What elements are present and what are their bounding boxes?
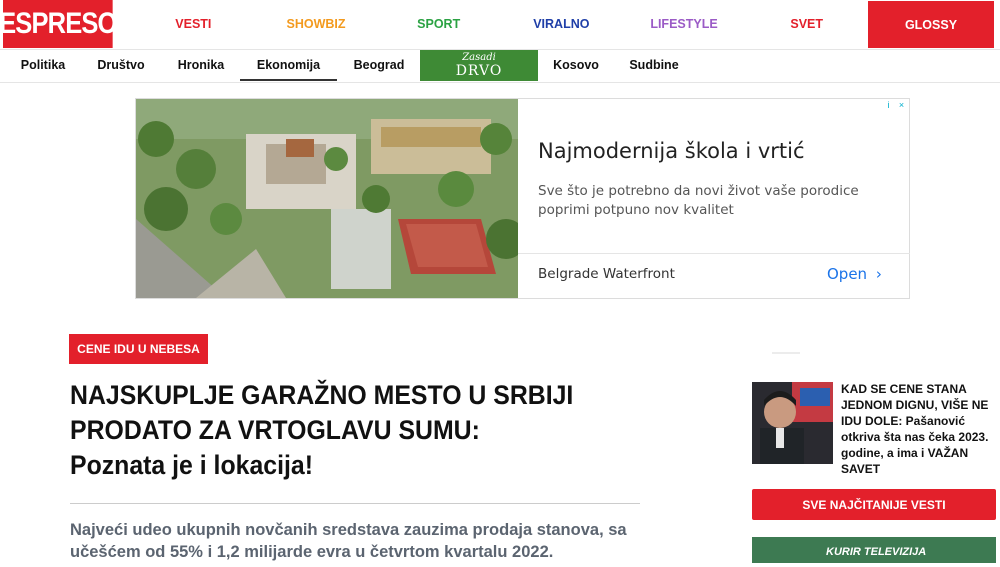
person-photo xyxy=(752,382,833,464)
subnav-beograd[interactable]: Beograd xyxy=(352,50,406,81)
ad-brand: Belgrade Waterfront xyxy=(538,266,675,282)
nav-viralno[interactable]: VIRALNO xyxy=(500,17,623,31)
subnav-politika[interactable]: Politika xyxy=(20,50,66,81)
subnav-ekonomija[interactable]: Ekonomija xyxy=(240,50,337,81)
top-navigation-bar: ESPRESO VESTI SHOWBIZ SPORT VIRALNO LIFE… xyxy=(0,0,1000,50)
nav-vesti[interactable]: VESTI xyxy=(132,17,255,31)
nav-glossy[interactable]: GLOSSY xyxy=(868,1,994,48)
main-nav: VESTI SHOWBIZ SPORT VIRALNO LIFESTYLE SV… xyxy=(132,0,868,48)
kurir-tv-promo[interactable]: KURIR TELEVIZIJA xyxy=(752,537,996,563)
ad-badges: i × xyxy=(883,100,907,111)
ad-aerial-image[interactable] xyxy=(136,99,518,298)
ad-open-button[interactable]: Open › xyxy=(827,265,882,283)
nav-svet[interactable]: SVET xyxy=(745,17,868,31)
logo-text: ESPRESO xyxy=(0,7,117,40)
subnav-kosovo[interactable]: Kosovo xyxy=(553,50,599,81)
headline-line-1: NAJSKUPLJE GARAŽNO MESTO U SRBIJI xyxy=(70,380,574,410)
drvo-line1: Zasadi xyxy=(462,52,496,63)
drvo-line2: DRVO xyxy=(455,63,503,79)
nav-showbiz[interactable]: SHOWBIZ xyxy=(255,17,378,31)
headline-line-3: Poznata je i lokacija! xyxy=(70,450,313,480)
story-thumbnail[interactable] xyxy=(752,382,833,464)
nav-sport[interactable]: SPORT xyxy=(377,17,500,31)
nav-lifestyle[interactable]: LIFESTYLE xyxy=(623,17,746,31)
ad-title[interactable]: Najmodernija škola i vrtić xyxy=(538,139,805,163)
zasadi-drvo-banner[interactable]: Zasadi DRVO xyxy=(420,50,538,81)
ad-close-icon[interactable]: × xyxy=(896,100,907,111)
chevron-right-icon: › xyxy=(875,265,882,283)
subnav: Politika Društvo Hronika Ekonomija Beogr… xyxy=(0,50,1000,83)
ad-banner[interactable]: i × Najmodernija škola i vrtić Sve što j… xyxy=(135,98,910,299)
sidebar-divider xyxy=(772,352,800,354)
article-headline: NAJSKUPLJE GARAŽNO MESTO U SRBIJI PRODAT… xyxy=(70,378,613,483)
headline-line-2: PRODATO ZA VRTOGLAVU SUMU: xyxy=(70,415,480,445)
subnav-sudbine[interactable]: Sudbine xyxy=(628,50,680,81)
subnav-hronika[interactable]: Hronika xyxy=(176,50,226,81)
sidebar-story-title[interactable]: KAD SE CENE STANA JEDNOM DIGNU, VIŠE NE … xyxy=(841,381,996,477)
espreso-logo[interactable]: ESPRESO xyxy=(0,0,117,48)
most-read-button[interactable]: SVE NAJČITANIJE VESTI xyxy=(752,489,996,520)
kurir-tv-label: KURIR TELEVIZIJA xyxy=(826,546,927,558)
article-lead: Najveći udeo ukupnih novčanih sredstava … xyxy=(70,521,627,561)
ad-info-icon[interactable]: i xyxy=(883,100,894,111)
headline-divider xyxy=(70,503,640,504)
ad-open-label: Open xyxy=(827,265,868,283)
category-badge[interactable]: CENE IDU U NEBESA xyxy=(69,334,208,364)
subnav-drustvo[interactable]: Društvo xyxy=(97,50,145,81)
aerial-view-illustration xyxy=(136,99,518,298)
sub-navigation-bar: Politika Društvo Hronika Ekonomija Beogr… xyxy=(0,50,1000,83)
ad-divider xyxy=(518,253,910,254)
ad-description: Sve što je potrebno da novi život vaše p… xyxy=(538,183,859,218)
